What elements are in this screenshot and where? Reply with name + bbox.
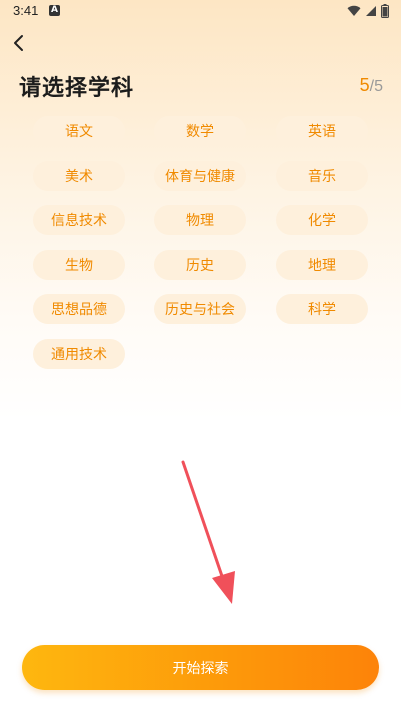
subject-chip[interactable]: 通用技术 [33, 339, 125, 369]
subject-chip[interactable]: 历史与社会 [154, 294, 246, 324]
signal-icon [366, 6, 376, 16]
subject-chip[interactable]: 信息技术 [33, 205, 125, 235]
subject-chip[interactable]: 体育与健康 [154, 161, 246, 191]
subject-chip[interactable]: 历史 [154, 250, 246, 280]
subject-chip[interactable]: 地理 [276, 250, 368, 280]
subject-chip[interactable]: 科学 [276, 294, 368, 324]
subject-chip[interactable]: 数学 [154, 116, 246, 146]
page-title: 请选择学科 [19, 76, 135, 101]
subject-chip[interactable]: 语文 [33, 116, 125, 146]
status-icons [347, 4, 389, 18]
battery-icon [381, 4, 389, 18]
subject-chip[interactable]: 英语 [276, 116, 368, 146]
back-button[interactable] [8, 32, 30, 54]
start-explore-button[interactable]: 开始探索 [22, 645, 379, 690]
subject-chip[interactable]: 生物 [33, 250, 125, 280]
chevron-left-icon [14, 35, 23, 51]
subject-chip[interactable]: 音乐 [276, 161, 368, 191]
status-bar: 3:41 A [0, 0, 401, 24]
step-indicator: 5/5 [360, 75, 383, 96]
wifi-icon [347, 5, 361, 17]
subject-chip[interactable]: 化学 [276, 205, 368, 235]
step-current: 5 [359, 75, 370, 95]
notification-icon: A [49, 5, 60, 16]
subject-chip[interactable]: 物理 [154, 205, 246, 235]
subject-chip[interactable]: 美术 [33, 161, 125, 191]
step-total: 5 [374, 78, 383, 95]
subject-chip[interactable]: 思想品德 [33, 294, 125, 324]
status-time: 3:41 [13, 3, 39, 18]
